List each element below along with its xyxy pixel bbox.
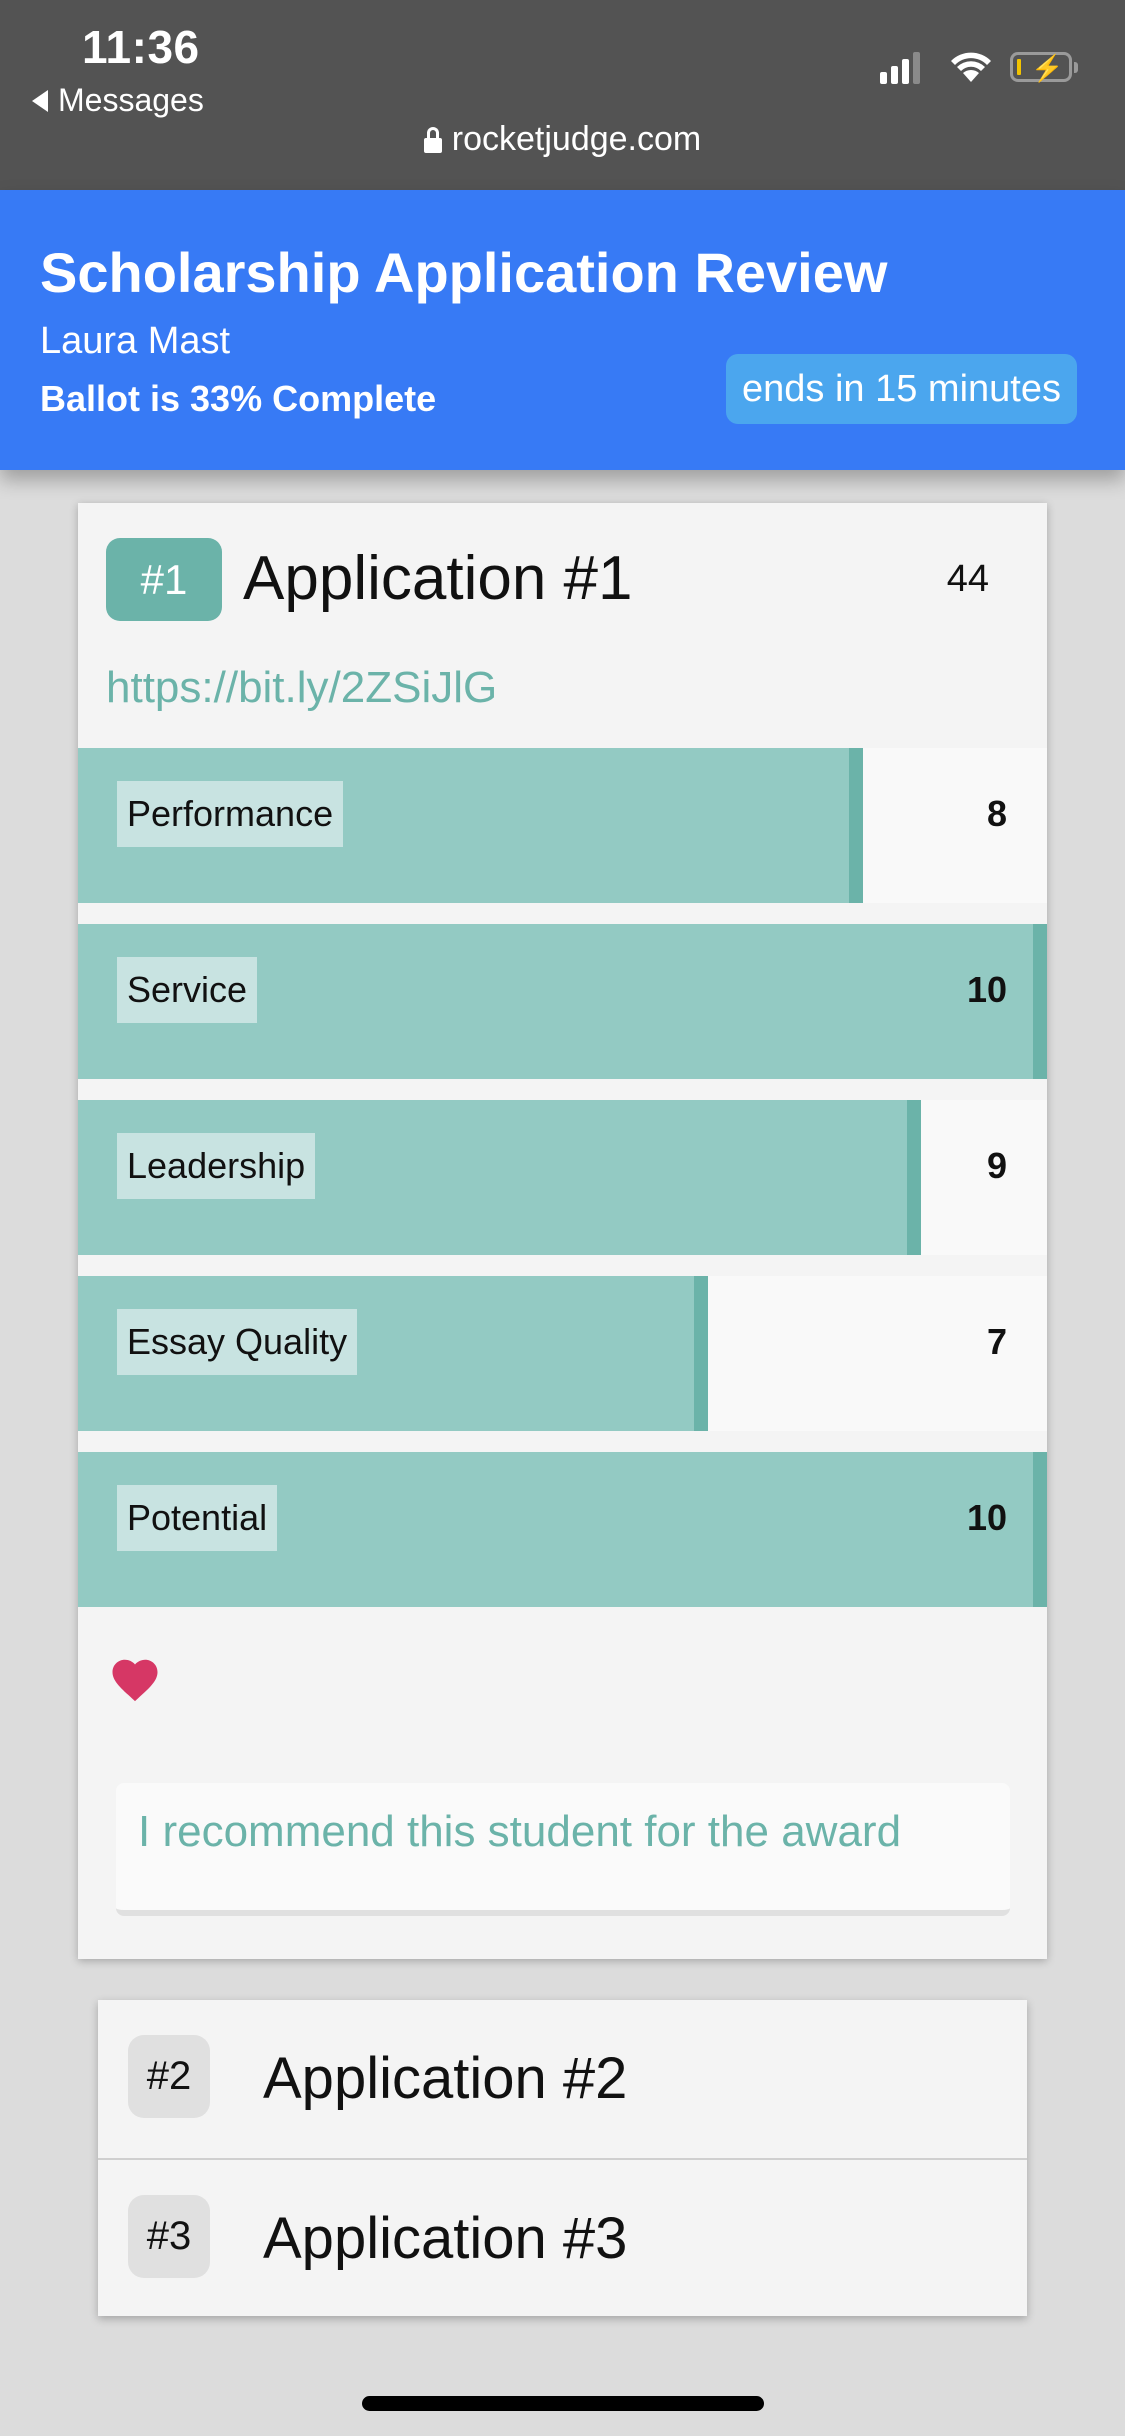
criterion-slider-service[interactable]: Service 10 bbox=[78, 924, 1047, 1079]
other-applications-list: #2 Application #2 #3 Application #3 bbox=[98, 2000, 1027, 2316]
back-label: Messages bbox=[58, 82, 204, 118]
list-item-application-3[interactable]: #3 Application #3 bbox=[98, 2158, 1027, 2316]
application-link[interactable]: https://bit.ly/2ZSiJlG bbox=[106, 663, 497, 713]
rank-badge: #1 bbox=[106, 538, 222, 621]
application-title: Application #2 bbox=[263, 2046, 628, 2111]
ios-status-bar: 11:36 Messages ⚡ rocketjudge.com bbox=[0, 0, 1125, 190]
wifi-icon bbox=[951, 52, 991, 82]
criterion-slider-potential[interactable]: Potential 10 bbox=[78, 1452, 1047, 1607]
criterion-slider-leadership[interactable]: Leadership 9 bbox=[78, 1100, 1047, 1255]
criterion-score: 10 bbox=[966, 1497, 1007, 1538]
home-indicator[interactable] bbox=[362, 2396, 764, 2411]
criterion-label: Potential bbox=[117, 1485, 278, 1551]
application-card-header[interactable]: #1 Application #1 44 bbox=[78, 503, 1047, 658]
back-to-messages[interactable]: Messages bbox=[32, 82, 204, 119]
signal-icon bbox=[880, 50, 920, 84]
page-title: Scholarship Application Review bbox=[40, 241, 888, 304]
rank-badge: #2 bbox=[128, 2035, 210, 2118]
application-card-1: #1 Application #1 44 https://bit.ly/2ZSi… bbox=[78, 503, 1047, 1959]
ballot-progress: Ballot is 33% Complete bbox=[40, 378, 437, 419]
comment-field[interactable]: I recommend this student for the award bbox=[116, 1783, 1010, 1916]
application-title: Application #3 bbox=[263, 2206, 628, 2271]
address-bar[interactable]: rocketjudge.com bbox=[0, 120, 1125, 159]
criterion-score: 9 bbox=[986, 1145, 1007, 1186]
timer-badge: ends in 15 minutes bbox=[726, 354, 1077, 424]
total-score: 44 bbox=[946, 558, 989, 600]
clock: 11:36 bbox=[82, 21, 200, 73]
heart-icon[interactable] bbox=[108, 1653, 162, 1707]
lock-icon bbox=[423, 126, 442, 153]
criterion-label: Essay Quality bbox=[117, 1309, 358, 1375]
application-title: Application #1 bbox=[243, 544, 633, 613]
criterion-score: 10 bbox=[966, 969, 1007, 1010]
criterion-label: Performance bbox=[117, 781, 344, 847]
back-arrow-icon bbox=[32, 89, 48, 112]
rank-badge: #3 bbox=[128, 2195, 210, 2278]
battery-charging-icon: ⚡ bbox=[1010, 52, 1078, 83]
criterion-score: 7 bbox=[986, 1321, 1007, 1362]
criterion-label: Leadership bbox=[117, 1133, 316, 1199]
judge-name: Laura Mast bbox=[40, 320, 231, 362]
criterion-slider-performance[interactable]: Performance 8 bbox=[78, 748, 1047, 903]
url-text: rocketjudge.com bbox=[451, 120, 702, 158]
criterion-score: 8 bbox=[986, 793, 1007, 834]
ballot-header: Scholarship Application Review Laura Mas… bbox=[0, 190, 1125, 470]
list-item-application-2[interactable]: #2 Application #2 bbox=[98, 2000, 1027, 2158]
criterion-label: Service bbox=[117, 957, 258, 1023]
criterion-slider-essay-quality[interactable]: Essay Quality 7 bbox=[78, 1276, 1047, 1431]
